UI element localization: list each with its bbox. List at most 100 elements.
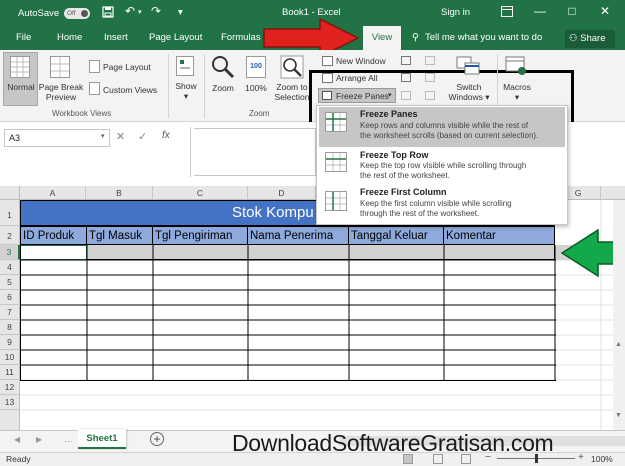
sheet-title-text: Stok Kompu bbox=[232, 204, 314, 221]
row-header-7[interactable]: 7 bbox=[0, 305, 20, 320]
column-header-c[interactable]: C bbox=[153, 186, 248, 200]
row-header-filler bbox=[0, 410, 20, 430]
synchronous-scrolling-icon[interactable] bbox=[425, 73, 435, 82]
normal-view-status-icon[interactable] bbox=[403, 454, 413, 464]
switch-windows-button[interactable]: Switch Windows ▾ bbox=[444, 82, 494, 103]
zoom-button[interactable]: Zoom bbox=[206, 83, 240, 93]
page-break-preview-icon[interactable] bbox=[50, 56, 70, 78]
scroll-last-sheet-icon[interactable]: ▶ bbox=[36, 435, 42, 444]
zoom-magnifier-icon[interactable] bbox=[211, 55, 235, 79]
name-box[interactable]: A3 bbox=[4, 129, 110, 147]
tell-me-search[interactable]: Tell me what you want to do bbox=[425, 32, 542, 43]
tab-home[interactable]: Home bbox=[57, 32, 82, 43]
redo-icon[interactable]: ↷ bbox=[146, 4, 166, 18]
name-box-dropdown-icon[interactable]: ▾ bbox=[101, 132, 105, 140]
scroll-up-icon[interactable]: ▲ bbox=[615, 341, 622, 348]
page-layout-status-icon[interactable] bbox=[433, 454, 443, 464]
add-sheet-button[interactable]: + bbox=[150, 432, 164, 446]
new-window-icon bbox=[322, 56, 333, 66]
arrange-all-icon bbox=[322, 73, 333, 83]
undo-icon[interactable]: ↶ bbox=[120, 4, 140, 18]
show-dropdown-icon: ▾ bbox=[183, 91, 189, 101]
custom-views-icon bbox=[89, 82, 100, 95]
vertical-scrollbar[interactable] bbox=[613, 200, 625, 430]
page-break-preview-label[interactable]: Page Break Preview bbox=[38, 82, 84, 102]
header-cell-id-produk[interactable]: ID Produk bbox=[20, 226, 87, 245]
share-button[interactable]: ⚇ Share bbox=[565, 30, 615, 48]
row-header-13[interactable]: 13 bbox=[0, 395, 20, 410]
column-header-d[interactable]: D bbox=[248, 186, 316, 200]
zoom-in-icon[interactable]: + bbox=[578, 452, 584, 463]
row-header-3[interactable]: 3 bbox=[0, 245, 20, 260]
freeze-panes-dropdown-icon: ▾ bbox=[388, 92, 392, 99]
ribbon-separator bbox=[168, 54, 169, 118]
insert-function-icon[interactable]: fx bbox=[162, 130, 170, 141]
row-header-9[interactable]: 9 bbox=[0, 335, 20, 350]
minimize-button[interactable]: — bbox=[530, 4, 550, 18]
header-cell-nama-penerima[interactable]: Nama Penerima bbox=[248, 226, 349, 245]
sign-in-link[interactable]: Sign in bbox=[441, 7, 470, 18]
header-cell-tanggal-keluar[interactable]: Tanggal Keluar bbox=[349, 226, 444, 245]
undo-dropdown-icon[interactable]: ▾ bbox=[138, 8, 142, 16]
formula-cancel-icon[interactable]: ✕ bbox=[116, 130, 125, 143]
page-break-status-icon[interactable] bbox=[461, 454, 471, 464]
freeze-panes-item-title: Freeze Panes bbox=[360, 109, 418, 119]
column-header-b[interactable]: B bbox=[86, 186, 153, 200]
sheet-tab-sheet1[interactable]: Sheet1 bbox=[78, 429, 126, 449]
new-window-button[interactable]: New Window bbox=[336, 56, 386, 66]
sheet-more-icon[interactable]: … bbox=[64, 434, 73, 444]
page-layout-button[interactable]: Page Layout bbox=[103, 62, 151, 72]
tab-insert[interactable]: Insert bbox=[104, 32, 128, 43]
row-header-2[interactable]: 2 bbox=[0, 226, 20, 245]
show-icon bbox=[176, 56, 194, 76]
row-header-10[interactable]: 10 bbox=[0, 350, 20, 365]
zoom-to-selection-icon[interactable] bbox=[280, 55, 304, 79]
column-header-a[interactable]: A bbox=[20, 186, 86, 200]
scroll-down-icon[interactable]: ▼ bbox=[615, 412, 622, 419]
header-cell-komentar[interactable]: Komentar bbox=[444, 226, 555, 245]
restore-button[interactable]: □ bbox=[562, 4, 582, 18]
zoom-slider-thumb[interactable] bbox=[535, 454, 538, 463]
view-side-by-side-icon[interactable] bbox=[425, 56, 435, 65]
row-header-11[interactable]: 11 bbox=[0, 365, 20, 380]
close-button[interactable]: ✕ bbox=[595, 4, 615, 18]
macros-label: Macros bbox=[503, 82, 531, 92]
arrange-all-button[interactable]: Arrange All bbox=[336, 73, 378, 83]
tab-view[interactable]: View bbox=[363, 26, 401, 51]
autosave-toggle[interactable]: Off bbox=[64, 8, 90, 19]
tab-formulas[interactable]: Formulas bbox=[221, 32, 261, 43]
row-header-5[interactable]: 5 bbox=[0, 275, 20, 290]
reset-window-position-icon[interactable] bbox=[425, 91, 435, 100]
freeze-first-column-item-title: Freeze First Column bbox=[360, 187, 447, 197]
row-header-8[interactable]: 8 bbox=[0, 320, 20, 335]
split-icon[interactable] bbox=[401, 56, 411, 65]
header-cell-tgl-pengiriman[interactable]: Tgl Pengiriman bbox=[153, 226, 248, 245]
freeze-top-row-icon bbox=[325, 152, 347, 172]
row-header-4[interactable]: 4 bbox=[0, 260, 20, 275]
unhide-icon[interactable] bbox=[401, 91, 411, 100]
row-header-6[interactable]: 6 bbox=[0, 290, 20, 305]
formula-input[interactable] bbox=[194, 128, 316, 176]
show-button[interactable]: Show ▾ bbox=[172, 81, 200, 102]
zoom-level[interactable]: 100% bbox=[591, 454, 613, 464]
select-all-corner[interactable] bbox=[0, 186, 20, 200]
switch-windows-line2-text: Windows bbox=[448, 92, 483, 102]
custom-views-button[interactable]: Custom Views bbox=[103, 85, 157, 95]
formula-enter-icon[interactable]: ✓ bbox=[138, 130, 147, 143]
ribbon-display-icon[interactable] bbox=[501, 6, 513, 19]
customize-qat-icon[interactable]: ▾ bbox=[178, 7, 183, 18]
freeze-top-row-item-title: Freeze Top Row bbox=[360, 150, 429, 160]
freeze-first-column-item-desc2: through the rest of the worksheet. bbox=[360, 209, 480, 218]
switch-windows-icon bbox=[456, 55, 482, 77]
tab-file[interactable]: File bbox=[16, 32, 31, 43]
zoom-out-icon[interactable]: − bbox=[485, 452, 491, 463]
scroll-first-sheet-icon[interactable]: ◀ bbox=[14, 435, 20, 444]
hide-icon[interactable] bbox=[401, 73, 411, 82]
save-icon[interactable] bbox=[102, 6, 114, 20]
switch-windows-line1: Switch bbox=[456, 82, 482, 92]
tab-page-layout[interactable]: Page Layout bbox=[149, 32, 202, 43]
header-cell-tgl-masuk[interactable]: Tgl Masuk bbox=[87, 226, 153, 245]
macros-button[interactable]: Macros ▾ bbox=[496, 82, 538, 103]
row-header-12[interactable]: 12 bbox=[0, 380, 20, 395]
row-header-1[interactable]: 1 bbox=[0, 200, 20, 226]
